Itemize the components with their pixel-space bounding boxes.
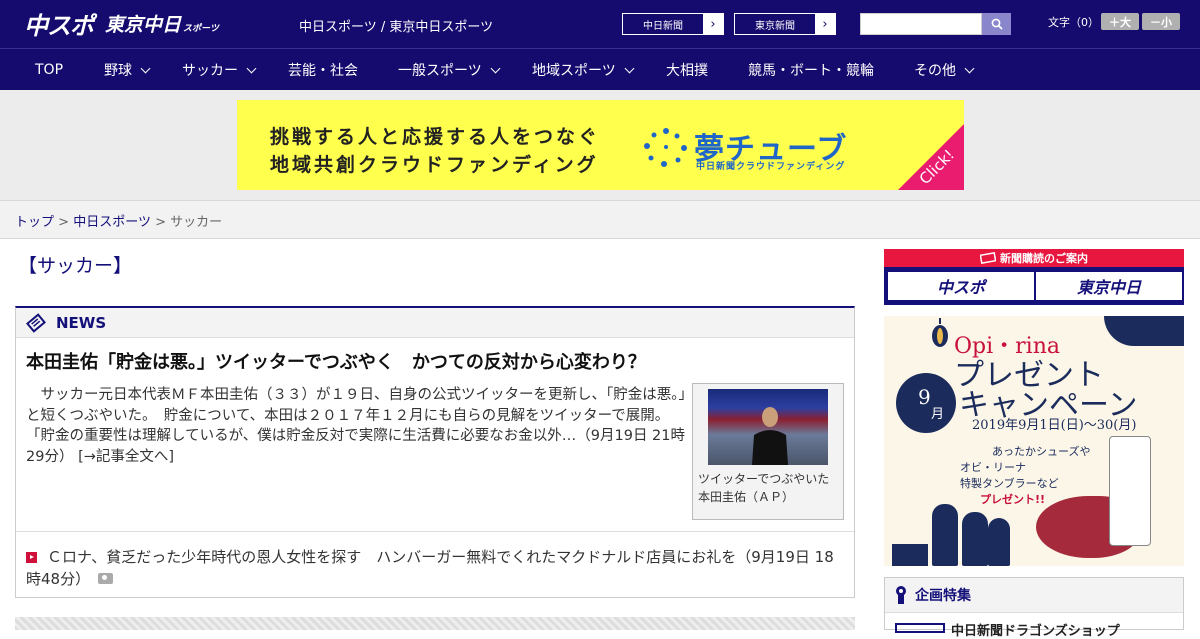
divider bbox=[16, 531, 854, 532]
nav-top[interactable]: TOP bbox=[35, 49, 63, 91]
wave-decoration bbox=[1104, 316, 1184, 346]
breadcrumb-chunichi-sports[interactable]: 中日スポーツ bbox=[73, 215, 151, 230]
news-headline[interactable]: 本田圭佑「貯金は悪。」ツイッターでつぶやく かつての反対から心変わり？ bbox=[26, 348, 646, 374]
chevron-right-icon: › bbox=[815, 14, 835, 34]
main-nav: TOP 野球 サッカー 芸能・社会 一般スポーツ 地域スポーツ 大相撲 競馬・ボ… bbox=[0, 48, 1200, 90]
nav-regional-sports[interactable]: 地域スポーツ bbox=[532, 49, 635, 91]
camera-icon bbox=[98, 573, 114, 584]
news-section-label: NEWS bbox=[56, 313, 107, 332]
nav-entertainment[interactable]: 芸能・社会 bbox=[288, 49, 358, 91]
site-logo[interactable]: 中スポ 東京中日 スポーツ bbox=[24, 8, 219, 40]
nav-soccer[interactable]: サッカー bbox=[182, 49, 257, 91]
nav-label: 野球 bbox=[104, 63, 132, 79]
subscription-title: 新聞購読のご案内 bbox=[1000, 252, 1088, 265]
promo-copy-3: 特製タンブラーなど bbox=[960, 477, 1059, 490]
subscription-box: 新聞購読のご案内 中スポ 東京中日 bbox=[884, 249, 1184, 305]
nav-general-sports[interactable]: 一般スポーツ bbox=[398, 49, 501, 91]
feature-title: 企画特集 bbox=[915, 588, 971, 604]
tokyo-shimbun-label: 東京新聞 bbox=[755, 20, 795, 32]
month-badge: 9 月 bbox=[896, 373, 956, 433]
banner-brand-sub: 中日新聞クラウドファンディング bbox=[696, 162, 846, 172]
feature-thumbnail[interactable] bbox=[895, 623, 945, 633]
nav-label: 大相撲 bbox=[666, 63, 708, 79]
news-header: NEWS bbox=[16, 308, 854, 338]
logo-chuspo: 中スポ bbox=[24, 11, 94, 40]
chevron-down-icon bbox=[140, 63, 151, 73]
search-button[interactable] bbox=[982, 13, 1011, 35]
player-silhouette-icon bbox=[752, 407, 788, 465]
rabbit-icon bbox=[988, 518, 1010, 566]
nav-label: 芸能・社会 bbox=[288, 63, 358, 79]
newspaper-icon bbox=[26, 312, 46, 333]
chevron-down-icon bbox=[490, 63, 501, 73]
logo-tokyo-chunichi: 東京中日 bbox=[105, 13, 182, 36]
next-section-top bbox=[15, 617, 855, 630]
ad-strip: 挑戦する人と応援する人をつなぐ 地域共創クラウドファンディング 夢チューブ 中日… bbox=[0, 90, 1200, 200]
nav-label: 競馬・ボート・競輪 bbox=[748, 63, 874, 79]
nav-label: その他 bbox=[914, 63, 956, 79]
breadcrumb-top[interactable]: トップ bbox=[15, 215, 54, 230]
news-sub-headline: Ｃロナ、貧乏だった少年時代の恩人女性を探す ハンバーガー無料でくれたマクドナルド… bbox=[26, 548, 834, 588]
tumbler-image bbox=[1109, 436, 1151, 546]
news-photo-frame: ツイッターでつぶやいた本田圭佑（ＡＰ） bbox=[692, 383, 844, 520]
font-smaller-button[interactable]: －小 bbox=[1142, 13, 1180, 30]
site-name: 中日スポーツ / 東京中日スポーツ bbox=[299, 20, 494, 35]
lantern-icon bbox=[932, 318, 948, 347]
promo-copy-2: オビ・リーナ bbox=[960, 461, 1026, 474]
dots-logo-icon bbox=[644, 128, 687, 167]
chevron-down-icon bbox=[624, 63, 635, 73]
feature-header: 企画特集 bbox=[885, 578, 1183, 613]
search-icon bbox=[991, 18, 1003, 30]
breadcrumb-current: サッカー bbox=[170, 215, 223, 230]
logo-sports: スポーツ bbox=[183, 23, 219, 34]
rabbit-icon bbox=[962, 512, 988, 566]
opirina-campaign-ad[interactable]: Opi・rina プレゼント キャンペーン 9 月 2019年9月1日(日)〜3… bbox=[884, 316, 1184, 566]
award-icon bbox=[896, 586, 906, 604]
news-list-item[interactable]: Ｃロナ、貧乏だった少年時代の恩人女性を探す ハンバーガー無料でくれたマクドナルド… bbox=[26, 546, 841, 590]
tsukimi-stand bbox=[892, 544, 928, 566]
news-section: NEWS 本田圭佑「貯金は悪。」ツイッターでつぶやく かつての反対から心変わり？… bbox=[15, 306, 855, 598]
month-unit: 月 bbox=[931, 407, 945, 422]
breadcrumb: トップ > 中日スポーツ > サッカー bbox=[0, 200, 1200, 239]
promo-copy-1: あったかシューズや bbox=[992, 445, 1091, 458]
search-box bbox=[860, 13, 1011, 35]
chevron-right-icon: › bbox=[703, 14, 723, 34]
font-size-label: 文字（0） bbox=[1048, 16, 1099, 29]
subscribe-chuspo-button[interactable]: 中スポ bbox=[888, 272, 1034, 300]
subscribe-tokyo-chunichi-button[interactable]: 東京中日 bbox=[1036, 272, 1182, 300]
breadcrumb-separator: > bbox=[58, 215, 70, 230]
font-larger-button[interactable]: ＋大 bbox=[1101, 13, 1139, 30]
chunichi-shimbun-label: 中日新聞 bbox=[643, 20, 683, 32]
nav-baseball[interactable]: 野球 bbox=[104, 49, 151, 91]
photo-caption: ツイッターでつぶやいた本田圭佑（ＡＰ） bbox=[698, 472, 830, 504]
feature-section: 企画特集 中日新聞ドラゴンズショップ bbox=[884, 577, 1184, 639]
month-number: 9 bbox=[918, 385, 931, 409]
chevron-down-icon bbox=[246, 63, 257, 73]
chevron-down-icon bbox=[964, 63, 975, 73]
tokyo-shimbun-button[interactable]: 東京新聞 › bbox=[734, 13, 836, 35]
nav-label: TOP bbox=[35, 62, 64, 78]
breadcrumb-separator: > bbox=[155, 215, 166, 230]
play-arrow-icon bbox=[26, 552, 37, 563]
nav-label: サッカー bbox=[182, 63, 238, 79]
nav-racing[interactable]: 競馬・ボート・競輪 bbox=[748, 49, 874, 91]
promo-dates: 2019年9月1日(日)〜30(月) bbox=[972, 418, 1137, 433]
page-title: 【サッカー】 bbox=[18, 255, 133, 277]
nav-others[interactable]: その他 bbox=[914, 49, 975, 91]
search-input[interactable] bbox=[860, 13, 982, 35]
chunichi-shimbun-button[interactable]: 中日新聞 › bbox=[622, 13, 724, 35]
nav-label: 地域スポーツ bbox=[532, 63, 616, 79]
subscription-title-bar: 新聞購読のご案内 bbox=[884, 249, 1184, 267]
rabbit-icon bbox=[932, 504, 958, 566]
news-body: サッカー元日本代表ＭＦ本田圭佑（３３）が１９日、自身の公式ツイッターを更新し、「… bbox=[26, 385, 686, 467]
banner-line2: 地域共創クラウドファンディング bbox=[270, 154, 599, 176]
news-photo[interactable] bbox=[708, 389, 828, 465]
site-header: 中スポ 東京中日 スポーツ 中日スポーツ / 東京中日スポーツ 中日新聞 › 東… bbox=[0, 0, 1200, 48]
nav-label: 一般スポーツ bbox=[398, 63, 482, 79]
ticket-icon bbox=[980, 252, 996, 264]
nav-sumo[interactable]: 大相撲 bbox=[666, 49, 708, 91]
banner-line1: 挑戦する人と応援する人をつなぐ bbox=[270, 126, 601, 148]
yume-tube-banner[interactable]: 挑戦する人と応援する人をつなぐ 地域共創クラウドファンディング 夢チューブ 中日… bbox=[237, 100, 964, 190]
read-more-link[interactable]: [→記事全文へ] bbox=[78, 449, 174, 465]
